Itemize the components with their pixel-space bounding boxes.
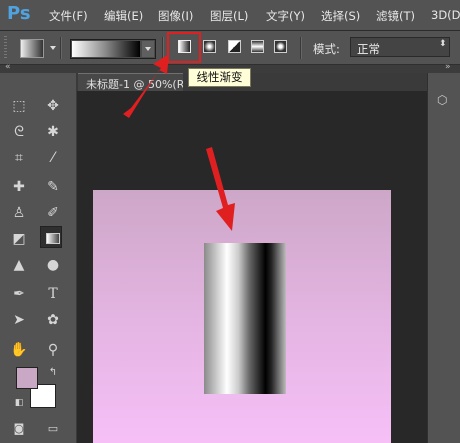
divider (300, 37, 302, 59)
expand-icon[interactable]: » (445, 62, 451, 72)
path-select-icon[interactable]: ➤ (8, 309, 30, 331)
diamond-gradient-icon[interactable] (274, 40, 287, 53)
menu-filter[interactable]: 滤镜(T) (376, 8, 415, 24)
radial-gradient-icon[interactable] (203, 40, 216, 53)
dodge-icon[interactable]: ● (42, 254, 64, 276)
annotation-arrow-down (206, 147, 235, 231)
tool-preset-icon[interactable] (20, 39, 44, 58)
zoom-icon[interactable]: ⚲ (42, 339, 64, 361)
type-icon[interactable]: T (42, 283, 64, 305)
gradient-tool-swatch (46, 233, 60, 244)
menu-bar: Ps 文件(F) 编辑(E) 图像(I) 图层(L) 文字(Y) 选择(S) 滤… (0, 0, 460, 31)
reflected-gradient-icon[interactable] (251, 40, 264, 53)
mode-select[interactable]: 正常 ⬍ (350, 37, 450, 57)
panel-3d-icon[interactable]: ⬡ (437, 93, 451, 107)
annotation-arrow-up (123, 54, 169, 118)
crop-icon[interactable]: ⌗ (8, 147, 30, 169)
foreground-color-swatch[interactable] (16, 367, 38, 389)
hand-icon[interactable]: ✋ (8, 339, 30, 361)
options-grip[interactable] (4, 36, 7, 60)
blur-icon[interactable]: ▲ (8, 254, 30, 276)
chevron-down-icon[interactable] (50, 46, 56, 50)
angle-gradient-icon[interactable] (228, 40, 241, 53)
pen-icon[interactable]: ✒ (8, 283, 30, 305)
lasso-icon[interactable]: ᘓ (8, 121, 30, 143)
gradient-icon[interactable] (40, 226, 62, 248)
mode-label: 模式: (313, 42, 340, 56)
default-colors-icon[interactable]: ◧ (8, 392, 30, 414)
tooltip: 线性渐变 (188, 68, 251, 87)
divider (60, 37, 62, 59)
mode-value: 正常 (357, 42, 380, 56)
eraser-icon[interactable]: ◩ (8, 228, 30, 250)
menu-image[interactable]: 图像(I) (158, 8, 193, 24)
menu-select[interactable]: 选择(S) (321, 8, 360, 24)
menu-file[interactable]: 文件(F) (49, 8, 88, 24)
app-logo: Ps (7, 3, 31, 24)
healing-brush-icon[interactable]: ✚ (8, 176, 30, 198)
gradient-selection[interactable] (204, 243, 286, 394)
shape-icon[interactable]: ✿ (42, 309, 64, 331)
move-icon[interactable]: ✥ (42, 95, 64, 117)
options-bar: 模式: 正常 ⬍ (0, 31, 460, 65)
eyedropper-icon[interactable]: ⁄ (42, 147, 64, 169)
brush-icon[interactable]: ✎ (42, 176, 64, 198)
right-panel-dock: ⬡ (427, 73, 460, 443)
clone-stamp-icon[interactable]: ♙ (8, 202, 30, 224)
history-brush-icon[interactable]: ✐ (42, 202, 64, 224)
menu-3d[interactable]: 3D(D) (431, 8, 460, 22)
screen-mode-icon[interactable]: ▭ (42, 418, 64, 440)
swap-colors-icon[interactable]: ↰ (42, 362, 64, 384)
quick-mask-icon[interactable]: ◙ (8, 418, 30, 440)
chevron-down-icon (145, 47, 151, 51)
collapse-icon[interactable]: « (5, 62, 11, 72)
magic-wand-icon[interactable]: ✱ (42, 121, 64, 143)
menu-layer[interactable]: 图层(L) (210, 8, 248, 24)
select-arrows-icon: ⬍ (439, 39, 447, 49)
menu-edit[interactable]: 编辑(E) (104, 8, 143, 24)
menu-type[interactable]: 文字(Y) (266, 8, 305, 24)
marquee-icon[interactable]: ⬚ (8, 95, 30, 117)
